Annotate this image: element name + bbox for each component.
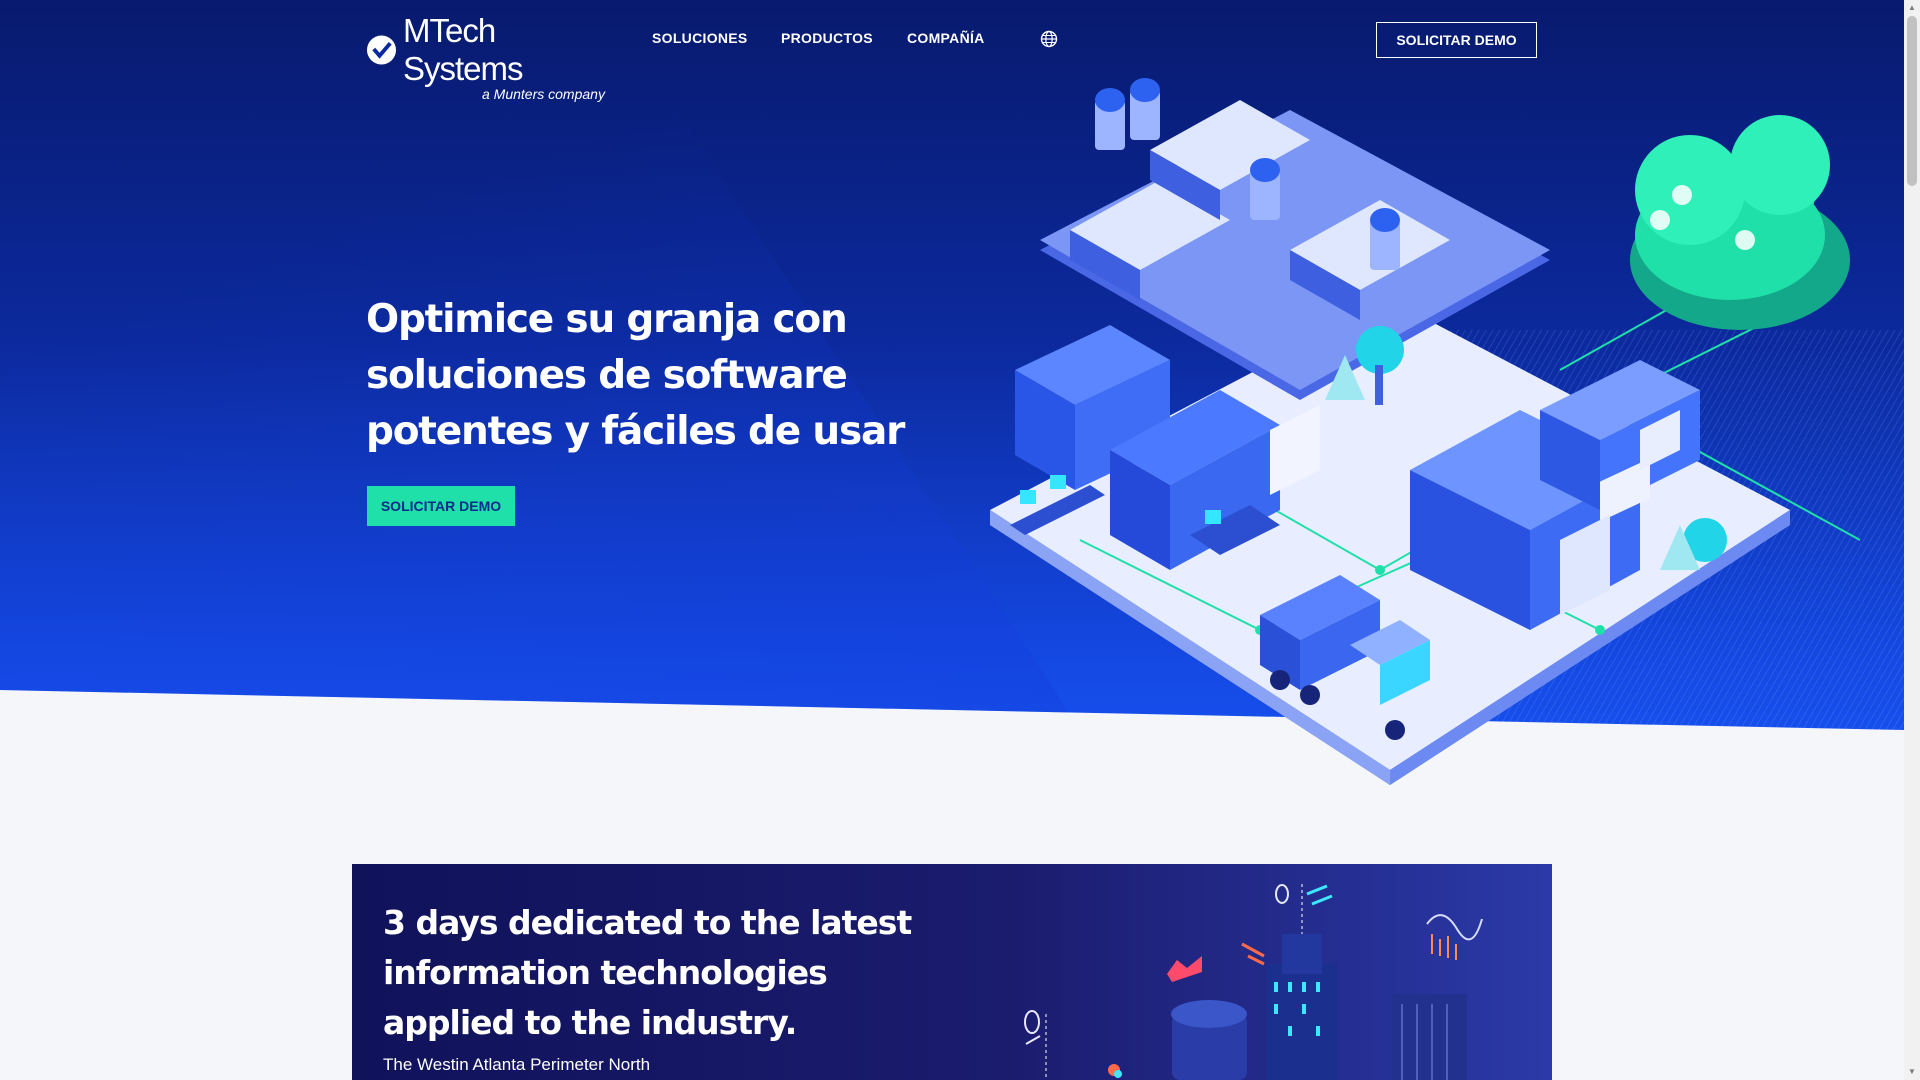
brand-logo[interactable]: MTech Systems a Munters company [366,12,616,102]
hero-title: Optimice su granja con soluciones de sof… [366,297,905,454]
event-title: 3 days dedicated to the latest informati… [383,903,912,1042]
request-demo-hero-button[interactable]: SOLICITAR DEMO [367,486,515,526]
scrollbar-thumb[interactable] [1907,16,1917,186]
request-demo-nav-button[interactable]: SOLICITAR DEMO [1376,22,1537,58]
nav-compania[interactable]: COMPAÑÍA [907,30,985,46]
mtech-logo-icon [366,35,397,65]
brand-tagline: a Munters company [482,86,605,102]
hero-illustration [990,78,1860,785]
brand-name: MTech Systems [403,12,524,87]
page-scrollbar[interactable]: ▲ ▼ [1904,0,1920,1080]
event-location: The Westin Atlanta Perimeter North [383,1055,651,1074]
globe-icon[interactable] [1040,30,1058,48]
nav-soluciones[interactable]: SOLUCIONES [652,30,748,46]
nav-productos[interactable]: PRODUCTOS [781,30,873,46]
scroll-up-arrow-icon[interactable]: ▲ [1904,0,1920,16]
event-banner[interactable]: 3 days dedicated to the latest informati… [352,864,1552,1080]
scroll-down-arrow-icon[interactable]: ▼ [1904,1064,1920,1080]
event-city-illustration [1024,884,1483,1080]
top-navigation: MTech Systems a Munters company SOLUCION… [0,0,1904,102]
